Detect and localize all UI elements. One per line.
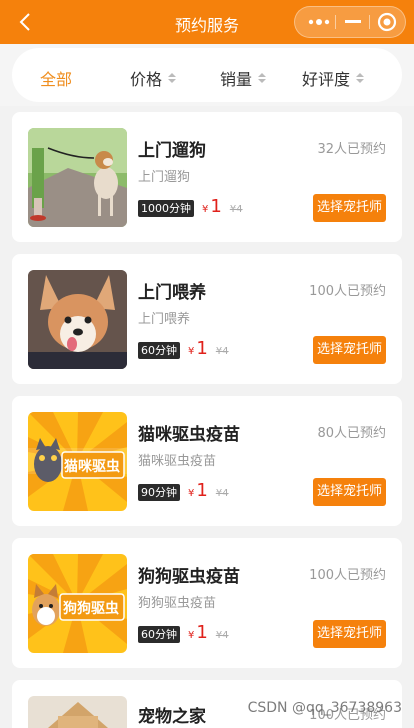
pet-house-image [28, 696, 127, 728]
currency-symbol: ¥ [188, 630, 195, 641]
service-card[interactable]: 狗狗驱虫 狗狗驱虫疫苗 狗狗驱虫疫苗 100人已预约 60分钟 ¥ 1 ¥4 选… [12, 538, 402, 668]
watermark: CSDN @qq_36738963 [247, 700, 402, 716]
price-value: 1 [196, 480, 208, 501]
sort-icon [168, 73, 177, 83]
original-price: ¥4 [229, 204, 243, 215]
currency-symbol: ¥ [202, 204, 209, 215]
service-subtitle: 狗狗驱虫疫苗 [138, 596, 217, 611]
original-price: ¥4 [215, 346, 229, 357]
duration-badge: 60分钟 [138, 342, 180, 359]
service-name: 上门喂养 [138, 283, 206, 303]
service-name: 狗狗驱虫疫苗 [138, 567, 240, 587]
filter-all[interactable]: 全部 [40, 66, 72, 90]
filter-rating[interactable]: 好评度 [302, 66, 365, 90]
currency-symbol: ¥ [188, 488, 195, 499]
filter-sales[interactable]: 销量 [220, 66, 267, 90]
price: ¥ 1 ¥4 [188, 480, 229, 501]
service-subtitle: 上门遛狗 [138, 170, 191, 185]
service-card[interactable]: 猫咪驱虫 猫咪驱虫疫苗 猫咪驱虫疫苗 80人已预约 90分钟 ¥ 1 ¥4 选择… [12, 396, 402, 526]
cat-deworming-image: 猫咪驱虫 [28, 412, 127, 511]
booking-count: 100人已预约 [309, 284, 386, 299]
currency-symbol: ¥ [188, 346, 195, 357]
close-icon[interactable] [367, 7, 407, 37]
price-value: 1 [196, 338, 208, 359]
price-value: 1 [196, 622, 208, 643]
duration-badge: 90分钟 [138, 484, 180, 501]
original-price: ¥4 [215, 630, 229, 641]
duration-badge: 1000分钟 [138, 200, 194, 217]
original-price: ¥4 [215, 488, 229, 499]
service-name: 猫咪驱虫疫苗 [138, 425, 240, 445]
service-card[interactable]: 上门喂养 上门喂养 100人已预约 60分钟 ¥ 1 ¥4 选择宠托师 [12, 254, 402, 384]
mini-program-capsule [294, 6, 406, 38]
filter-bar: 全部 价格 销量 好评度 [12, 48, 402, 102]
duration-badge: 60分钟 [138, 626, 180, 643]
nav-bar: 预约服务 [0, 0, 414, 44]
filter-label: 全部 [40, 70, 73, 89]
select-sitter-button[interactable]: 选择宠托师 [312, 194, 386, 222]
price: ¥ 1 ¥4 [188, 622, 229, 643]
select-sitter-button[interactable]: 选择宠托师 [312, 336, 386, 364]
filter-label: 好评度 [302, 70, 351, 89]
select-sitter-button[interactable]: 选择宠托师 [312, 620, 386, 648]
booking-count: 100人已预约 [309, 568, 386, 583]
service-name: 上门遛狗 [138, 141, 206, 161]
sort-icon [258, 73, 267, 83]
service-subtitle: 上门喂养 [138, 312, 191, 327]
banner-text: 猫咪驱虫 [64, 459, 120, 475]
sort-icon [356, 73, 365, 83]
select-sitter-button[interactable]: 选择宠托师 [312, 478, 386, 506]
price: ¥ 1 ¥4 [188, 338, 229, 359]
price-value: 1 [210, 196, 222, 217]
booking-count: 80人已预约 [317, 426, 386, 441]
dog-walking-image [28, 128, 127, 227]
filter-price[interactable]: 价格 [130, 66, 177, 90]
filter-label: 销量 [220, 70, 253, 89]
corgi-image [28, 270, 127, 369]
banner-text: 狗狗驱虫 [63, 601, 119, 617]
service-subtitle: 猫咪驱虫疫苗 [138, 454, 217, 469]
price: ¥ 1 ¥4 [202, 196, 243, 217]
filter-label: 价格 [130, 70, 163, 89]
service-card[interactable]: 上门遛狗 上门遛狗 32人已预约 1000分钟 ¥ 1 ¥4 选择宠托师 [12, 112, 402, 242]
service-name: 宠物之家 [138, 707, 206, 727]
booking-count: 32人已预约 [317, 142, 386, 157]
dog-deworming-image: 狗狗驱虫 [28, 554, 127, 653]
